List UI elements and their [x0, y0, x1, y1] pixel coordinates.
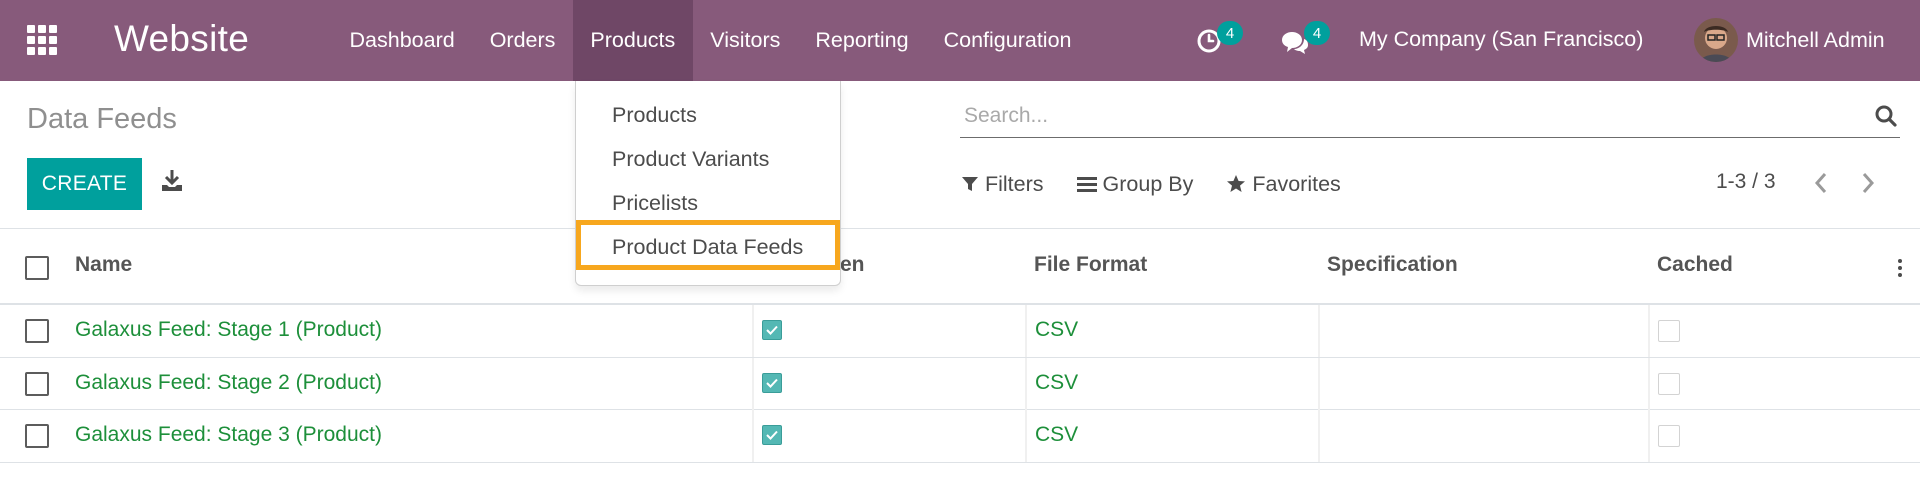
search-icon[interactable] [1874, 104, 1900, 130]
activity-clock-icon[interactable]: 4 [1197, 21, 1243, 58]
group-by-button[interactable]: Group By [1076, 171, 1194, 197]
dropdown-item-pricelists[interactable]: Pricelists [576, 181, 842, 225]
row-name[interactable]: Galaxus Feed: Stage 3 (Product) [75, 423, 382, 447]
page-title-breadcrumb: Data Feeds [27, 103, 177, 135]
optional-columns-icon[interactable] [1898, 259, 1904, 281]
row-cached-checkbox [1658, 320, 1680, 342]
row-boolean-checkbox [762, 425, 782, 445]
menu-configuration[interactable]: Configuration [926, 0, 1089, 81]
row-file-format: CSV [1035, 370, 1079, 394]
search-options-bar: Filters Group By Favorites [961, 170, 1374, 198]
menu-visitors[interactable]: Visitors [693, 0, 798, 81]
filters-button[interactable]: Filters [961, 172, 1044, 197]
row-file-format: CSV [1035, 318, 1079, 341]
row-boolean-checkbox [762, 320, 782, 340]
data-feeds-list: Name en File Format Specification Cached… [0, 228, 1920, 463]
pager-value[interactable]: 1-3 / 3 [1716, 170, 1776, 194]
top-navbar: Website Dashboard Orders Products Visito… [0, 0, 1920, 81]
search-input[interactable] [964, 98, 1864, 134]
user-avatar [1694, 18, 1738, 62]
messages-chat-icon[interactable]: 4 [1280, 21, 1330, 58]
row-file-format: CSV [1035, 423, 1079, 446]
app-brand[interactable]: Website [114, 18, 249, 60]
column-cached-header[interactable]: Cached [1657, 253, 1733, 277]
column-name-header[interactable]: Name [75, 253, 132, 277]
create-button[interactable]: CREATE [27, 158, 142, 210]
table-row[interactable]: Galaxus Feed: Stage 3 (Product) CSV [0, 410, 1920, 463]
table-row[interactable]: Galaxus Feed: Stage 1 (Product) CSV [0, 305, 1920, 358]
list-bars-icon [1076, 177, 1097, 192]
menu-dashboard[interactable]: Dashboard [332, 0, 472, 81]
favorites-button[interactable]: Favorites [1226, 171, 1341, 197]
menu-products[interactable]: Products [572, 0, 693, 81]
main-menu: Dashboard Orders Products Visitors Repor… [332, 0, 1089, 81]
favorites-label: Favorites [1252, 171, 1341, 196]
chevron-right-icon[interactable] [1853, 168, 1883, 198]
row-name[interactable]: Galaxus Feed: Stage 2 (Product) [75, 371, 382, 395]
row-name[interactable]: Galaxus Feed: Stage 1 (Product) [75, 318, 382, 342]
row-checkbox[interactable] [25, 319, 49, 343]
dropdown-item-product-data-feeds[interactable]: Product Data Feeds [576, 225, 842, 269]
select-all-checkbox[interactable] [25, 256, 49, 280]
activity-count-badge: 4 [1217, 21, 1243, 45]
row-cached-checkbox [1658, 372, 1680, 395]
table-row[interactable]: Galaxus Feed: Stage 2 (Product) CSV [0, 357, 1920, 410]
messages-count-badge: 4 [1304, 21, 1330, 45]
products-dropdown-menu: Products Product Variants Pricelists Pro… [575, 81, 841, 286]
dropdown-item-products[interactable]: Products [576, 93, 842, 137]
filter-icon [962, 177, 978, 191]
user-menu[interactable]: Mitchell Admin [1694, 15, 1885, 65]
column-file-format-header[interactable]: File Format [1034, 253, 1147, 277]
user-name: Mitchell Admin [1746, 27, 1885, 52]
menu-reporting[interactable]: Reporting [798, 0, 926, 81]
company-switcher[interactable]: My Company (San Francisco) [1359, 27, 1643, 52]
apps-menu-icon[interactable] [22, 22, 62, 58]
row-checkbox[interactable] [25, 424, 49, 448]
menu-orders[interactable]: Orders [472, 0, 573, 81]
column-partial-header[interactable]: en [840, 253, 865, 277]
row-checkbox[interactable] [25, 371, 49, 396]
star-icon [1227, 175, 1246, 192]
list-header: Name en File Format Specification Cached [0, 228, 1920, 305]
search-bar [960, 98, 1900, 138]
chevron-left-icon[interactable] [1806, 168, 1836, 198]
filters-label: Filters [985, 171, 1044, 196]
group-by-label: Group By [1102, 171, 1194, 196]
column-specification-header[interactable]: Specification [1327, 253, 1458, 277]
row-cached-checkbox [1658, 425, 1680, 447]
row-boolean-checkbox [762, 372, 782, 393]
dropdown-item-product-variants[interactable]: Product Variants [576, 137, 842, 181]
download-export-icon[interactable] [160, 168, 190, 198]
